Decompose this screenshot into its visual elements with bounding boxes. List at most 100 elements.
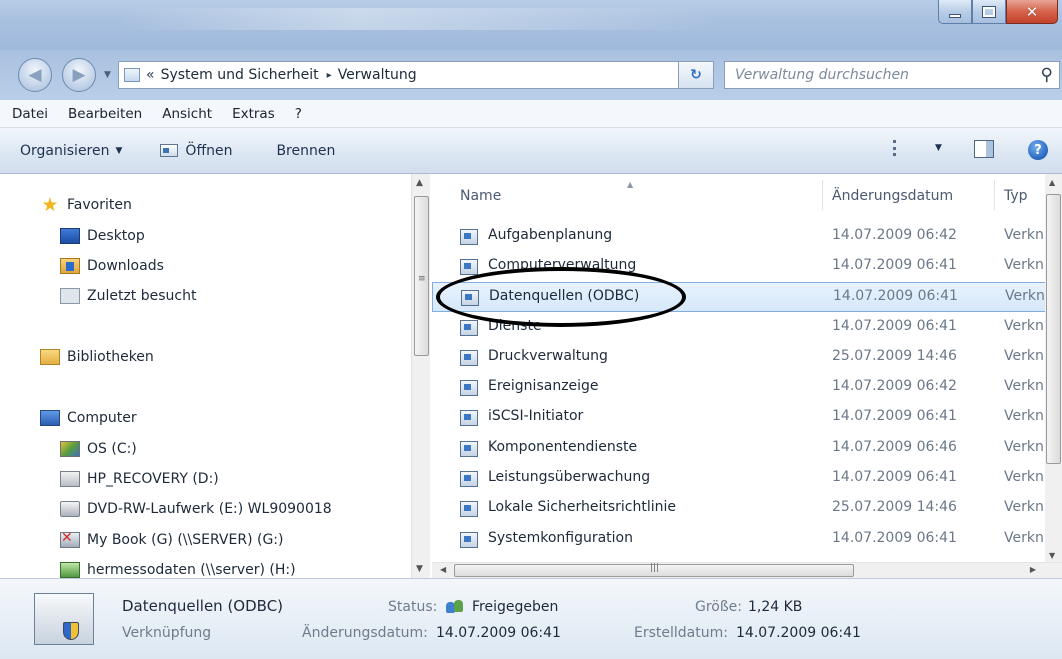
file-name: Druckverwaltung [488, 348, 608, 364]
file-row[interactable]: Lokale Sicherheitsrichtlinie 25.07.2009 … [432, 494, 1062, 524]
file-name: Computerverwaltung [488, 257, 637, 273]
file-name: Komponentendienste [488, 439, 638, 455]
status-label: Status: [388, 599, 438, 615]
recent-places-icon [60, 288, 80, 304]
window-controls: ✕ [938, 0, 1058, 26]
help-icon[interactable]: ? [1028, 140, 1048, 160]
computer-icon [40, 410, 60, 426]
scroll-down-icon[interactable]: ▼ [416, 564, 423, 574]
disconnected-network-drive-icon [60, 530, 80, 548]
file-name: Ereignisanzeige [488, 378, 599, 394]
file-row[interactable]: Druckverwaltung 25.07.2009 14:46 Verkn [432, 343, 1062, 373]
menu-extras[interactable]: Extras [232, 106, 275, 122]
file-date: 14.07.2009 06:41 [832, 257, 957, 273]
preview-pane-icon[interactable] [974, 140, 994, 158]
file-row[interactable]: Komponentendienste 14.07.2009 06:46 Verk… [432, 434, 1062, 464]
nav-favorites[interactable]: ★ Favoriten [40, 193, 131, 217]
file-row[interactable]: Leistungsüberwachung 14.07.2009 06:41 Ve… [432, 464, 1062, 494]
burn-button[interactable]: Brennen [276, 143, 335, 159]
address-bar[interactable]: « System und Sicherheit ▸ Verwaltung ▼ [118, 61, 714, 89]
scroll-up-icon[interactable]: ▲ [416, 178, 423, 188]
file-row[interactable]: Ereignisanzeige 14.07.2009 06:42 Verkn [432, 373, 1062, 403]
breadcrumb-separator[interactable]: ▸ [327, 70, 332, 81]
modified-value: 14.07.2009 06:41 [436, 625, 561, 641]
shortcut-icon [460, 501, 478, 517]
back-button[interactable]: ◀ [18, 58, 52, 92]
nav-libraries[interactable]: Bibliotheken [40, 345, 154, 369]
close-button[interactable]: ✕ [1006, 0, 1058, 24]
breadcrumb-overflow[interactable]: « [146, 67, 155, 83]
nav-drive-g[interactable]: My Book (G) (\\SERVER) (G:) [60, 528, 283, 552]
shortcut-icon [460, 320, 478, 336]
column-header-type[interactable]: Typ [1004, 182, 1028, 210]
file-row[interactable]: Dienste 14.07.2009 06:41 Verkn [432, 313, 1062, 343]
recent-pages-dropdown[interactable]: ▼ [104, 70, 111, 80]
file-date: 14.07.2009 06:41 [832, 318, 957, 334]
nav-drive-c[interactable]: OS (C:) [60, 437, 137, 461]
scroll-up-icon[interactable]: ▲ [1049, 178, 1055, 187]
scroll-right-icon[interactable]: ▶ [1030, 565, 1036, 574]
organize-button[interactable]: Organisieren ▼ [20, 143, 122, 159]
forward-button[interactable]: ▶ [62, 58, 96, 92]
file-name: iSCSI-Initiator [488, 408, 584, 424]
nav-drive-h[interactable]: hermessodaten (\\server) (H:) [60, 558, 296, 578]
breadcrumb-system-security[interactable]: System und Sicherheit [161, 67, 319, 83]
nav-drive-h-label: hermessodaten (\\server) (H:) [87, 562, 296, 578]
maximize-button[interactable] [972, 0, 1006, 24]
created-value: 14.07.2009 06:41 [736, 625, 861, 641]
organize-label: Organisieren [20, 142, 110, 159]
view-dropdown-icon[interactable]: ▼ [935, 143, 942, 153]
details-kind: Verknüpfung [122, 625, 212, 641]
file-type: Verkn [1004, 257, 1044, 273]
network-drive-icon [60, 562, 80, 578]
file-date: 14.07.2009 06:42 [832, 378, 957, 394]
file-row-selected[interactable]: Datenquellen (ODBC) 14.07.2009 06:41 Ver… [432, 282, 1062, 312]
menu-ansicht[interactable]: Ansicht [162, 106, 212, 122]
file-row[interactable]: Aufgabenplanung 14.07.2009 06:42 Verkn [432, 222, 1062, 252]
file-type: Verkn [1004, 318, 1044, 334]
refresh-button[interactable]: ↻ [678, 61, 714, 89]
file-list-scrollbar[interactable]: ▲ ▼ [1045, 174, 1062, 564]
file-scroll-thumb[interactable] [1046, 194, 1061, 464]
file-type: Verkn [1004, 227, 1044, 243]
file-row[interactable]: Computerverwaltung 14.07.2009 06:41 Verk… [432, 252, 1062, 282]
menu-help[interactable]: ? [295, 106, 302, 122]
file-row[interactable]: Systemkonfiguration 14.07.2009 06:41 Ver… [432, 525, 1062, 555]
column-header-name[interactable]: Name [460, 182, 501, 210]
navigation-bar: ◀ ▶ ▼ « System und Sicherheit ▸ Verwaltu… [0, 50, 1062, 100]
column-divider[interactable] [822, 180, 823, 210]
nav-downloads[interactable]: Downloads [60, 254, 164, 278]
file-row[interactable]: iSCSI-Initiator 14.07.2009 06:41 Verkn [432, 403, 1062, 433]
file-date: 14.07.2009 06:46 [832, 439, 957, 455]
file-date: 25.07.2009 14:46 [832, 348, 957, 364]
nav-computer[interactable]: Computer [40, 406, 137, 430]
column-divider[interactable] [994, 180, 995, 210]
menu-bearbeiten[interactable]: Bearbeiten [68, 106, 142, 122]
nav-drive-d[interactable]: HP_RECOVERY (D:) [60, 467, 219, 491]
column-header-date[interactable]: Änderungsdatum [832, 182, 953, 210]
system-drive-icon [60, 441, 80, 457]
desktop-icon [60, 228, 80, 244]
open-icon [160, 144, 179, 157]
horizontal-scrollbar[interactable]: ◀ ||| ▶ [432, 562, 1062, 578]
nav-desktop-label: Desktop [87, 228, 145, 244]
menu-datei[interactable]: Datei [12, 106, 48, 122]
scroll-down-icon[interactable]: ▼ [1049, 551, 1055, 560]
file-name: Aufgabenplanung [488, 227, 613, 243]
file-type: Verkn [1005, 288, 1045, 304]
scroll-left-icon[interactable]: ◀ [440, 565, 446, 574]
nav-desktop[interactable]: Desktop [60, 224, 145, 248]
nav-recent[interactable]: Zuletzt besucht [60, 284, 196, 308]
breadcrumb-verwaltung[interactable]: Verwaltung [338, 67, 417, 83]
nav-scrollbar[interactable]: ▲ ≡ ▼ [411, 174, 430, 578]
size-label: Größe: [695, 599, 743, 615]
change-view-icon[interactable] [893, 140, 911, 156]
created-label: Erstelldatum: [634, 625, 728, 641]
minimize-button[interactable] [938, 0, 972, 24]
file-type: Verkn [1004, 378, 1044, 394]
search-input[interactable]: Verwaltung durchsuchen ⚲ [724, 61, 1060, 89]
nav-drive-e[interactable]: DVD-RW-Laufwerk (E:) WL9090018 [60, 497, 332, 521]
title-glow [120, 8, 720, 30]
open-button[interactable]: Öffnen [160, 143, 232, 159]
search-icon[interactable]: ⚲ [1041, 65, 1053, 85]
